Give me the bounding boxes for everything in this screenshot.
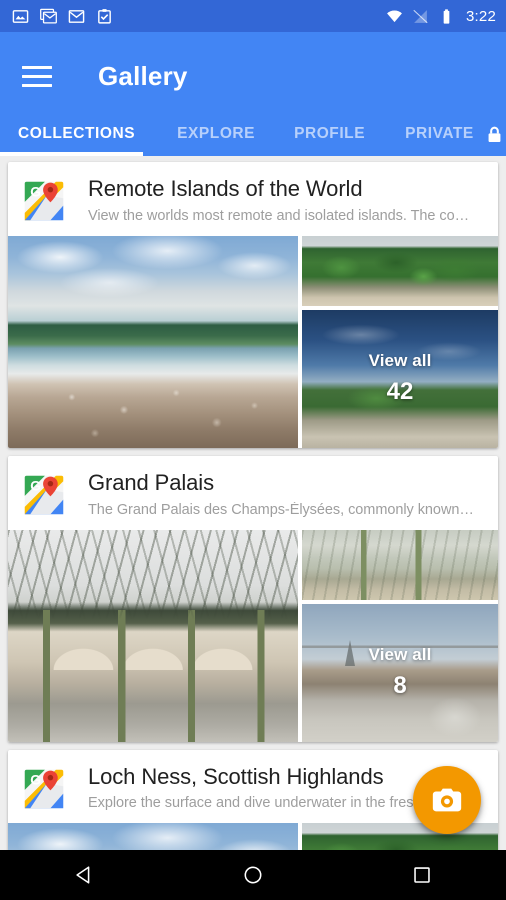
view-all-label: View all [368, 645, 432, 665]
svg-text:G: G [30, 478, 41, 493]
photo-thumbnail-secondary[interactable] [302, 823, 498, 850]
hamburger-bar [22, 74, 52, 78]
tab-indicator [0, 152, 143, 156]
page-title: Gallery [98, 60, 188, 91]
tab-profile[interactable]: PROFILE [292, 120, 367, 148]
collections-list[interactable]: G Remote Islands of the World View the w… [0, 156, 506, 850]
photo-grid: View all 8 [8, 529, 498, 742]
phone-screen: 3:22 Gallery COLLECTIONS EXPLORE PROFILE… [0, 0, 506, 900]
photo-thumbnail-primary[interactable] [8, 823, 298, 850]
tab-collections[interactable]: COLLECTIONS [16, 120, 137, 148]
photo-column [302, 823, 498, 850]
clipboard-check-icon [98, 8, 111, 24]
collection-title: Grand Palais [88, 469, 214, 495]
home-circle-icon [244, 866, 262, 884]
photo-image [302, 235, 498, 306]
nav-back-button[interactable] [46, 850, 122, 900]
photo-count: 8 [393, 672, 407, 700]
photo-column: View all 42 [302, 235, 498, 448]
photo-grid [8, 823, 498, 850]
google-maps-icon: G [24, 769, 64, 808]
tab-private[interactable]: PRIVATE [403, 120, 506, 148]
gmail-stacked-icon [40, 8, 57, 24]
hamburger-bar [22, 83, 52, 87]
status-bar-clock: 3:22 [466, 7, 496, 25]
photo-thumbnail-secondary[interactable] [302, 235, 498, 306]
collection-subtitle: The Grand Palais des Champs-Élysées, com… [88, 501, 474, 518]
google-maps-icon: G [24, 475, 64, 515]
battery-full-icon [443, 8, 450, 24]
back-triangle-icon [76, 866, 90, 884]
signal-off-icon [413, 9, 428, 23]
gmail-icon [68, 9, 85, 23]
hamburger-bar [22, 65, 52, 69]
svg-text:G: G [30, 184, 41, 199]
wifi-icon [387, 10, 402, 22]
google-maps-icon: G [24, 181, 64, 221]
photo-image [302, 823, 498, 850]
android-nav-bar [0, 850, 506, 900]
recents-square-icon [413, 867, 430, 883]
tab-private-label: PRIVATE [405, 125, 474, 142]
photo-image [8, 235, 298, 448]
photo-image [302, 529, 498, 600]
system-icons: 3:22 [386, 8, 496, 25]
photo-count: 42 [386, 378, 414, 406]
collection-card-text: Remote Islands of the World View the wor… [88, 176, 484, 224]
app-toolbar: Gallery [0, 32, 506, 120]
tab-explore[interactable]: EXPLORE [175, 120, 257, 148]
photo-image [8, 529, 298, 742]
collection-title: Remote Islands of the World [88, 176, 363, 201]
photo-detail [8, 610, 298, 742]
camera-icon [432, 788, 462, 812]
view-all-overlay: View all 8 [302, 604, 498, 742]
photo-column: View all 8 [302, 529, 498, 742]
camera-fab-button[interactable] [413, 766, 481, 834]
collection-card-header: G Grand Palais The Grand Palais des Cham… [8, 456, 498, 530]
photo-thumbnail-primary[interactable] [8, 235, 298, 448]
collection-subtitle: View the worlds most remote and isolated… [88, 207, 470, 224]
photo-thumbnail-primary[interactable] [8, 529, 298, 742]
notification-icons [12, 8, 113, 25]
lock-icon [488, 126, 501, 142]
svg-text:G: G [30, 772, 41, 787]
photo-detail [8, 614, 298, 670]
collection-card-text: Grand Palais The Grand Palais des Champs… [88, 470, 484, 518]
view-all-tile[interactable]: View all 42 [302, 309, 498, 448]
collection-card[interactable]: G Remote Islands of the World View the w… [8, 162, 498, 448]
nav-home-button[interactable] [215, 850, 291, 900]
status-bar: 3:22 [0, 0, 506, 32]
photo-thumbnail-secondary[interactable] [302, 529, 498, 600]
collection-card-header: G Remote Islands of the World View the w… [8, 162, 498, 236]
view-all-overlay: View all 42 [302, 310, 498, 448]
photo-grid: View all 42 [8, 235, 498, 448]
photo-image [8, 823, 298, 850]
hamburger-icon[interactable] [20, 59, 54, 93]
tab-bar: COLLECTIONS EXPLORE PROFILE PRIVATE [0, 120, 506, 156]
photo-icon [12, 9, 29, 23]
view-all-tile[interactable]: View all 8 [302, 603, 498, 742]
collection-card[interactable]: G Grand Palais The Grand Palais des Cham… [8, 455, 498, 742]
view-all-label: View all [368, 351, 432, 371]
nav-recents-button[interactable] [384, 850, 460, 900]
